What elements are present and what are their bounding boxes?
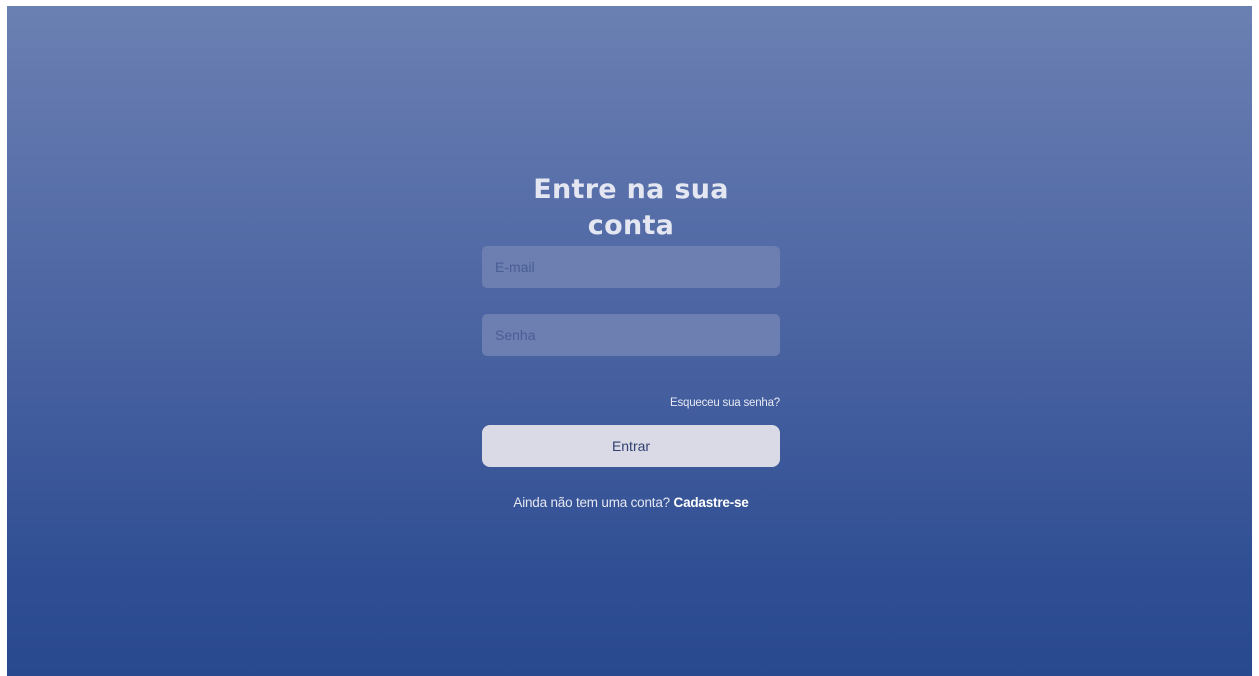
signup-row: Ainda não tem uma conta? Cadastre-se bbox=[482, 495, 780, 510]
signup-prompt: Ainda não tem uma conta? bbox=[513, 495, 670, 510]
email-field[interactable] bbox=[482, 246, 780, 288]
login-form: Entre na sua conta Esqueceu sua senha? E… bbox=[482, 172, 780, 510]
password-field[interactable] bbox=[482, 314, 780, 356]
page-title: Entre na sua conta bbox=[533, 174, 729, 241]
login-button[interactable]: Entrar bbox=[482, 425, 780, 467]
login-page: Entre na sua conta Esqueceu sua senha? E… bbox=[7, 6, 1252, 676]
signup-link[interactable]: Cadastre-se bbox=[674, 495, 749, 510]
forgot-password-link[interactable]: Esqueceu sua senha? bbox=[670, 397, 780, 409]
forgot-password-row: Esqueceu sua senha? bbox=[482, 394, 780, 410]
